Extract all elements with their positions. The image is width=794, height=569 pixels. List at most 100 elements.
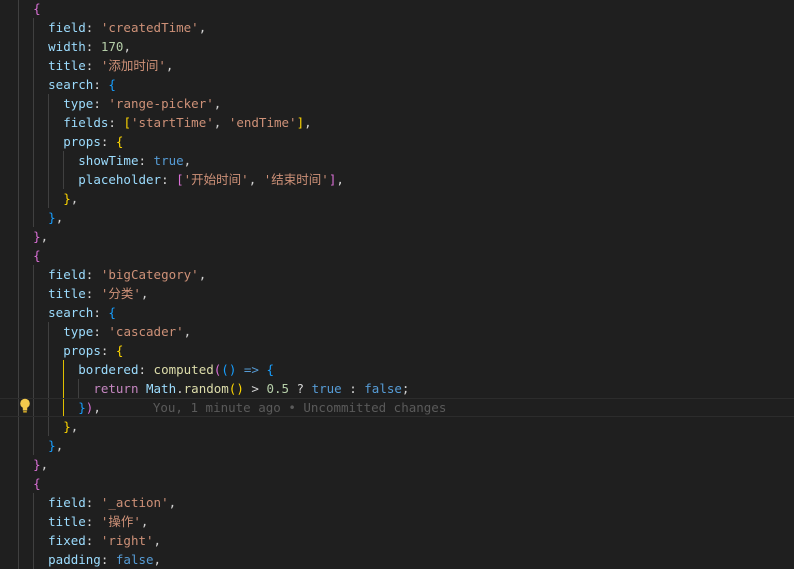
code-token: [ <box>176 172 184 187</box>
indent-guide <box>78 379 79 398</box>
code-token: : <box>85 20 101 35</box>
code-line[interactable]: }, <box>0 436 794 455</box>
code-line[interactable]: bordered: computed(() => { <box>0 360 794 379</box>
code-token: title <box>48 286 86 301</box>
code-line[interactable]: { <box>0 474 794 493</box>
indent-guide <box>18 265 19 284</box>
code-token: : <box>138 362 154 377</box>
indent-guide <box>33 151 34 170</box>
code-line[interactable]: fixed: 'right', <box>0 531 794 550</box>
code-token: : <box>341 381 365 396</box>
code-token: props <box>63 134 101 149</box>
indent-guide <box>18 132 19 151</box>
code-token: field <box>48 495 86 510</box>
indent-guide <box>18 493 19 512</box>
code-token: , <box>140 514 149 529</box>
code-line[interactable]: }, <box>0 455 794 474</box>
indent-guide <box>33 493 34 512</box>
code-line[interactable]: { <box>0 0 794 18</box>
code-token: props <box>63 343 101 358</box>
code-token: field <box>48 20 86 35</box>
code-token: , <box>40 457 49 472</box>
indent-guide <box>18 227 19 246</box>
indent-guide <box>18 246 19 265</box>
code-token: } <box>63 191 71 206</box>
code-line[interactable]: }, <box>0 208 794 227</box>
indent-guide <box>18 436 19 455</box>
lightbulb-icon[interactable] <box>19 398 31 414</box>
code-token: , <box>123 39 131 54</box>
code-line[interactable]: type: 'range-picker', <box>0 94 794 113</box>
indent-guide <box>18 417 19 436</box>
code-line[interactable]: width: 170, <box>0 37 794 56</box>
indent-guide <box>33 322 34 341</box>
code-token: : <box>85 533 101 548</box>
git-blame-annotation: You, 1 minute ago • Uncommitted changes <box>152 400 447 415</box>
code-token: ] <box>296 115 305 130</box>
code-line[interactable]: }, <box>0 189 794 208</box>
indent-guide <box>33 360 34 379</box>
code-token: : <box>100 343 116 358</box>
indent-guide <box>48 341 49 360</box>
code-line[interactable]: title: '添加时间', <box>0 56 794 75</box>
code-line[interactable]: return Math.random() > 0.5 ? true : fals… <box>0 379 794 398</box>
code-line[interactable]: title: '操作', <box>0 512 794 531</box>
code-line[interactable]: }), You, 1 minute ago • Uncommitted chang… <box>0 398 794 417</box>
code-token: field <box>48 267 86 282</box>
code-token: , <box>153 533 162 548</box>
indent-guide <box>33 56 34 75</box>
code-token: : <box>93 96 109 111</box>
indent-guide <box>33 512 34 531</box>
code-token: true <box>153 153 184 168</box>
code-line[interactable]: }, <box>0 417 794 436</box>
indent-guide <box>18 18 19 37</box>
indent-guide <box>33 189 34 208</box>
code-token: Math <box>146 381 177 396</box>
code-token: { <box>33 248 41 263</box>
indent-guide <box>18 151 19 170</box>
code-token: : <box>138 153 154 168</box>
code-editor[interactable]: { field: 'createdTime', width: 170, titl… <box>0 0 794 569</box>
code-token: , <box>70 191 79 206</box>
code-line[interactable]: field: 'createdTime', <box>0 18 794 37</box>
code-line[interactable]: field: 'bigCategory', <box>0 265 794 284</box>
code-line[interactable]: placeholder: ['开始时间', '结束时间'], <box>0 170 794 189</box>
code-line[interactable]: search: { <box>0 75 794 94</box>
code-token: random <box>183 381 229 396</box>
code-token: { <box>33 1 41 16</box>
indent-guide <box>63 151 64 170</box>
code-line[interactable]: search: { <box>0 303 794 322</box>
code-line[interactable]: props: { <box>0 341 794 360</box>
code-token: , <box>55 438 64 453</box>
code-line[interactable]: field: '_action', <box>0 493 794 512</box>
code-token: } <box>33 457 41 472</box>
code-token: search <box>48 305 94 320</box>
code-line[interactable]: showTime: true, <box>0 151 794 170</box>
indent-guide <box>33 341 34 360</box>
code-line[interactable]: { <box>0 246 794 265</box>
code-token: { <box>115 343 124 358</box>
code-token: { <box>115 134 124 149</box>
code-line[interactable]: padding: false, <box>0 550 794 569</box>
code-token: : <box>85 286 101 301</box>
indent-guide <box>48 417 49 436</box>
code-token: title <box>48 58 86 73</box>
code-token: } <box>33 229 41 244</box>
indent-guide <box>33 436 34 455</box>
indent-guide <box>33 113 34 132</box>
code-line[interactable]: type: 'cascader', <box>0 322 794 341</box>
code-line[interactable]: props: { <box>0 132 794 151</box>
code-token: , <box>213 115 229 130</box>
code-token: , <box>165 58 174 73</box>
code-token: , <box>55 210 64 225</box>
code-token: : <box>85 495 101 510</box>
code-token: 'createdTime' <box>100 20 199 35</box>
indent-guide <box>48 379 49 398</box>
indent-guide <box>18 322 19 341</box>
indent-guide <box>18 37 19 56</box>
code-line[interactable]: title: '分类', <box>0 284 794 303</box>
code-line[interactable]: fields: ['startTime', 'endTime'], <box>0 113 794 132</box>
indent-guide <box>18 284 19 303</box>
code-token: '操作' <box>100 514 141 529</box>
code-line[interactable]: }, <box>0 227 794 246</box>
